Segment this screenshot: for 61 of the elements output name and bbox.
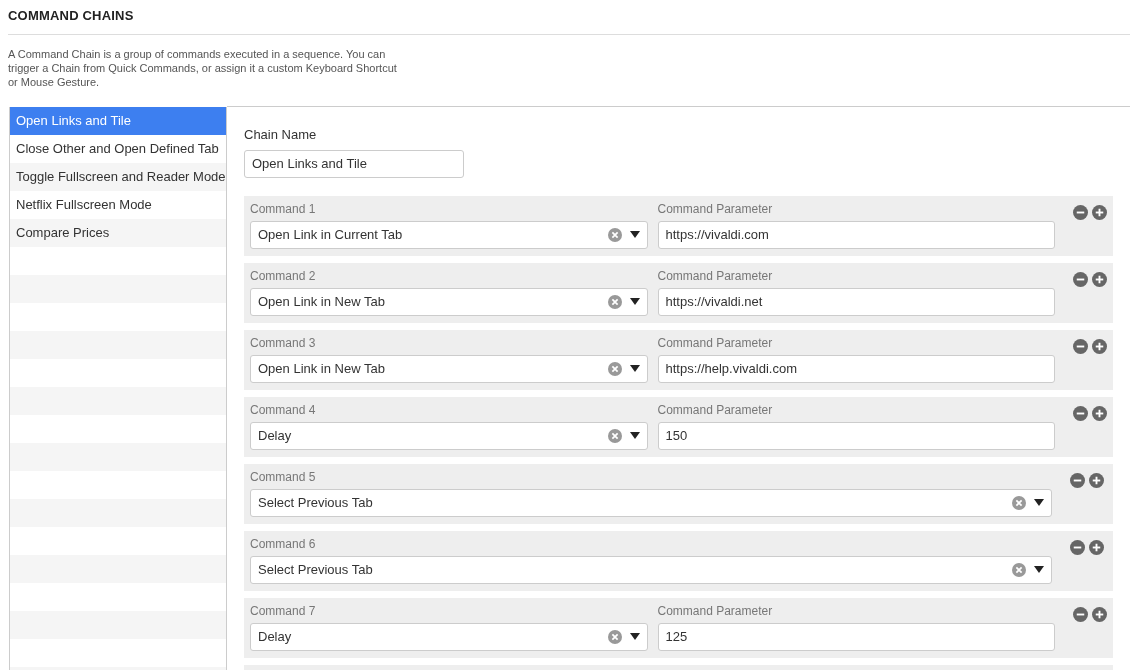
chain-name-field[interactable]: Open Links and Tile	[244, 149, 464, 178]
clear-icon[interactable]	[607, 361, 622, 376]
dropdown-caret-icon[interactable]	[1034, 499, 1044, 506]
remove-icon[interactable]	[1073, 606, 1088, 622]
parameter-field[interactable]: https://vivaldi.com	[657, 220, 1055, 249]
remove-icon[interactable]	[1073, 271, 1088, 287]
command-label: Command 6	[250, 535, 317, 552]
remove-icon[interactable]	[1070, 472, 1085, 488]
remove-icon[interactable]	[1073, 204, 1088, 220]
chain-list-item[interactable]: Compare Prices	[10, 219, 226, 247]
command-label: Command 1	[250, 200, 317, 217]
clear-icon[interactable]	[607, 629, 622, 644]
chain-list-item[interactable]: Netflix Fullscreen Mode	[10, 191, 226, 219]
parameter-label: Command Parameter	[657, 401, 774, 418]
add-icon[interactable]	[1092, 271, 1107, 287]
parameter-field[interactable]: 150	[657, 421, 1055, 450]
command-select[interactable]: Open Link in New Tab	[250, 354, 648, 383]
add-icon[interactable]	[1089, 472, 1104, 488]
chain-list-item[interactable]: Close Other and Open Defined Tab	[10, 135, 226, 163]
clear-icon[interactable]	[607, 294, 622, 309]
add-icon[interactable]	[1089, 539, 1104, 555]
dropdown-caret-icon[interactable]	[1034, 566, 1044, 573]
description-text: A Command Chain is a group of commands executed in a sequence. You can trigger a Chain from Quick Commands, or assign it a custom Keyboard Shortcut or Mouse Gesture.	[8, 47, 398, 89]
command-select[interactable]: Select Previous Tab	[250, 555, 1052, 584]
command-label: Command 2	[250, 267, 317, 284]
remove-icon[interactable]	[1073, 405, 1088, 421]
add-icon[interactable]	[1092, 204, 1107, 220]
parameter-label: Command Parameter	[657, 200, 774, 217]
add-icon[interactable]	[1092, 338, 1107, 354]
parameter-label: Command Parameter	[657, 602, 774, 619]
parameter-label: Command Parameter	[657, 334, 774, 351]
parameter-field[interactable]: 125	[657, 622, 1055, 651]
add-icon[interactable]	[1092, 405, 1107, 421]
command-label: Command 5	[250, 468, 317, 485]
command-label: Command 4	[250, 401, 317, 418]
dropdown-caret-icon[interactable]	[629, 298, 640, 305]
dropdown-caret-icon[interactable]	[629, 365, 640, 372]
clear-icon[interactable]	[607, 227, 622, 242]
dropdown-caret-icon[interactable]	[629, 633, 640, 640]
clear-icon[interactable]	[607, 428, 622, 443]
command-select[interactable]: Delay	[250, 622, 648, 651]
chain-list-item[interactable]: Open Links and Tile	[10, 107, 226, 135]
command-select[interactable]: Select Previous Tab	[250, 488, 1052, 517]
parameter-field[interactable]: https://help.vivaldi.com	[657, 354, 1055, 383]
clear-icon[interactable]	[1012, 495, 1026, 510]
clear-icon[interactable]	[1012, 562, 1026, 577]
page-title: COMMAND CHAINS	[8, 7, 135, 25]
add-icon[interactable]	[1092, 606, 1107, 622]
command-label: Command 7	[250, 602, 317, 619]
parameter-field[interactable]: https://vivaldi.net	[657, 287, 1055, 316]
command-select[interactable]: Delay	[250, 421, 648, 450]
chain-list-item[interactable]: Toggle Fullscreen and Reader Mode	[10, 163, 226, 191]
command-select[interactable]: Open Link in Current Tab	[250, 220, 648, 249]
command-select[interactable]: Open Link in New Tab	[250, 287, 648, 316]
parameter-label: Command Parameter	[657, 267, 774, 284]
chain-name-label: Chain Name	[244, 126, 318, 144]
dropdown-caret-icon[interactable]	[629, 231, 640, 238]
dropdown-caret-icon[interactable]	[629, 432, 640, 439]
remove-icon[interactable]	[1073, 338, 1088, 354]
command-label: Command 3	[250, 334, 317, 351]
remove-icon[interactable]	[1070, 539, 1085, 555]
